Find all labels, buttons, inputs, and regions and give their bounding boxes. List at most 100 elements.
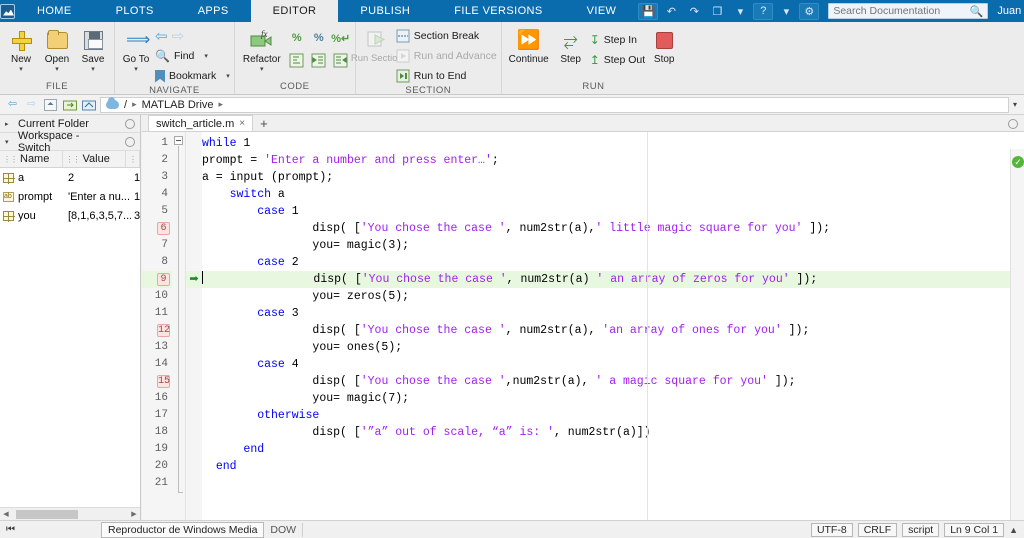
code-line[interactable]: end [202, 441, 1024, 458]
code-fold-column[interactable] [172, 132, 186, 520]
line-number[interactable]: 15 [142, 373, 172, 390]
continue-button[interactable]: ⏩ Continue [506, 25, 552, 66]
breakpoint-icon[interactable]: 12 [157, 324, 170, 337]
chevron-down-icon[interactable]: ▾ [19, 66, 23, 73]
stop-button[interactable]: Stop [647, 25, 681, 65]
line-number[interactable]: 16 [142, 390, 172, 407]
code-line[interactable]: while 1 [202, 135, 1024, 152]
breakpoint-slot[interactable] [186, 458, 202, 475]
code-line[interactable]: disp( ['You chose the case ',num2str(a),… [202, 373, 1024, 390]
breakpoint-icon[interactable]: 6 [157, 222, 170, 235]
breakpoint-slot[interactable] [186, 373, 202, 390]
breakpoint-slot[interactable] [186, 356, 202, 373]
line-number[interactable]: 21 [142, 475, 172, 492]
line-ending-status[interactable]: CRLF [857, 522, 898, 537]
code-area[interactable]: 1 2 3 4 5 6 7 8 9 10 11 12 13 14 15 16 17 18 19 20 21 ➡ whil… [142, 132, 1024, 520]
new-button[interactable]: New ▾ [4, 25, 38, 73]
breakpoint-slot[interactable] [186, 169, 202, 186]
switch-window-caret-icon[interactable]: ▾ [730, 3, 750, 20]
tab-apps[interactable]: APPS [176, 0, 251, 22]
code-line[interactable]: disp( ['You chose the case ', num2str(a)… [202, 322, 1024, 339]
breakpoint-icon[interactable]: 15 [157, 375, 170, 388]
close-icon[interactable]: × [239, 118, 245, 129]
line-number[interactable]: 17 [142, 407, 172, 424]
up-one-level-icon[interactable] [43, 97, 58, 112]
breakpoint-icon[interactable]: 9 [157, 273, 170, 286]
line-number[interactable]: 20 [142, 458, 172, 475]
document-tab-switch-article[interactable]: switch_article.m × [148, 115, 254, 131]
search-documentation-box[interactable]: 🔍 [828, 3, 989, 19]
run-section-button[interactable]: Run Section [351, 25, 403, 64]
code-line[interactable]: you= ones(5); [202, 339, 1024, 356]
save-quick-icon[interactable]: 💾 [638, 2, 659, 20]
code-line[interactable]: prompt = 'Enter a number and press enter… [202, 152, 1024, 169]
back-arrow-icon[interactable]: ⇦ [155, 29, 168, 44]
code-line[interactable]: switch a [202, 186, 1024, 203]
open-button[interactable]: Open ▾ [40, 25, 74, 73]
address-dropdown-icon[interactable]: ▾ [1013, 100, 1019, 109]
code-line[interactable]: case 4 [202, 356, 1024, 373]
table-row[interactable]: you [8,1,6,3,5,7... 3 [0, 206, 140, 225]
chevron-down-icon[interactable]: ▾ [134, 66, 138, 73]
new-document-tab-icon[interactable]: + [253, 115, 275, 131]
line-number[interactable]: 10 [142, 288, 172, 305]
encoding-status[interactable]: UTF-8 [810, 522, 853, 537]
code-line[interactable]: you= zeros(5); [202, 288, 1024, 305]
breakpoint-slot[interactable] [186, 186, 202, 203]
refresh-icon[interactable] [81, 97, 96, 112]
breadcrumb-matlab-drive[interactable]: MATLAB Drive [142, 99, 214, 111]
code-line[interactable]: you= magic(3); [202, 237, 1024, 254]
code-line[interactable]: disp( ['”a” out of scale, “a” is: ', num… [202, 424, 1024, 441]
tab-home[interactable]: HOME [15, 0, 94, 22]
forward-arrow-icon[interactable]: ⇨ [24, 97, 39, 112]
code-analyzer-bar[interactable]: ✓ [1010, 149, 1024, 520]
code-line[interactable]: otherwise [202, 407, 1024, 424]
breakpoint-slot[interactable] [186, 237, 202, 254]
breakpoint-slot[interactable] [186, 475, 202, 492]
code-line[interactable]: disp( ['You chose the case ', num2str(a)… [202, 220, 1024, 237]
breakpoint-slot[interactable] [186, 254, 202, 271]
decrease-indent-icon[interactable] [331, 50, 351, 70]
expand-status-icon[interactable]: ▲ [1009, 525, 1018, 535]
undo-icon[interactable]: ↶ [661, 3, 681, 20]
uncomment-icon[interactable]: % [309, 28, 329, 48]
preferences-icon[interactable]: ⚙ [799, 2, 820, 20]
scrollbar-track[interactable] [11, 509, 129, 519]
workspace-panel-header[interactable]: ▾ Workspace - Switch_ [0, 130, 140, 154]
find-button[interactable]: 🔍 Find ▾ [155, 47, 230, 65]
scrollbar-thumb[interactable] [16, 509, 78, 519]
workspace-horizontal-scrollbar[interactable]: ◀ ▶ [0, 507, 140, 520]
chevron-down-icon[interactable]: ▾ [204, 52, 208, 60]
step-in-button[interactable]: ↧ Step In [590, 31, 646, 49]
line-number[interactable]: 2 [142, 152, 172, 169]
code-text-column[interactable]: while 1 prompt = 'Enter a number and pres… [202, 132, 1024, 520]
tab-file-versions[interactable]: FILE VERSIONS [432, 0, 564, 22]
file-type-status[interactable]: script [902, 522, 940, 537]
tab-plots[interactable]: PLOTS [94, 0, 176, 22]
help-icon[interactable]: ? [753, 2, 774, 20]
line-number[interactable]: 1 [142, 135, 172, 152]
tab-publish[interactable]: PUBLISH [338, 0, 432, 22]
scroll-left-icon[interactable]: ◀ [1, 510, 11, 518]
help-caret-icon[interactable]: ▾ [776, 3, 796, 20]
taskbar-item-windows-media-player[interactable]: Reproductor de Windows Media [101, 521, 265, 538]
step-button[interactable]: ⥂ Step [554, 25, 588, 65]
run-and-advance-button[interactable]: Run and Advance [396, 47, 497, 65]
table-row[interactable]: a 2 1 [0, 168, 140, 187]
chevron-down-icon[interactable]: ▾ [55, 66, 59, 73]
switch-window-icon[interactable]: ❐ [707, 3, 727, 20]
code-line[interactable]: you= magic(7); [202, 390, 1024, 407]
code-line[interactable]: a = input (prompt); [202, 169, 1024, 186]
breakpoint-slot[interactable] [186, 152, 202, 169]
line-number[interactable]: 6 [142, 220, 172, 237]
expand-triangle-icon[interactable]: ▸ [5, 120, 13, 128]
chevron-down-icon[interactable]: ▾ [91, 66, 95, 73]
scroll-right-icon[interactable]: ▶ [129, 510, 139, 518]
chevron-down-icon[interactable]: ▾ [260, 66, 264, 73]
refactor-button[interactable]: fx Refactor ▾ [239, 25, 285, 73]
code-line[interactable]: disp( ['You chose the case ', num2str(a)… [202, 271, 1024, 288]
code-line[interactable]: end [202, 458, 1024, 475]
close-icon[interactable] [125, 118, 135, 129]
cursor-position-status[interactable]: Ln 9 Col 1 [944, 522, 1005, 537]
search-documentation-input[interactable] [833, 5, 970, 17]
